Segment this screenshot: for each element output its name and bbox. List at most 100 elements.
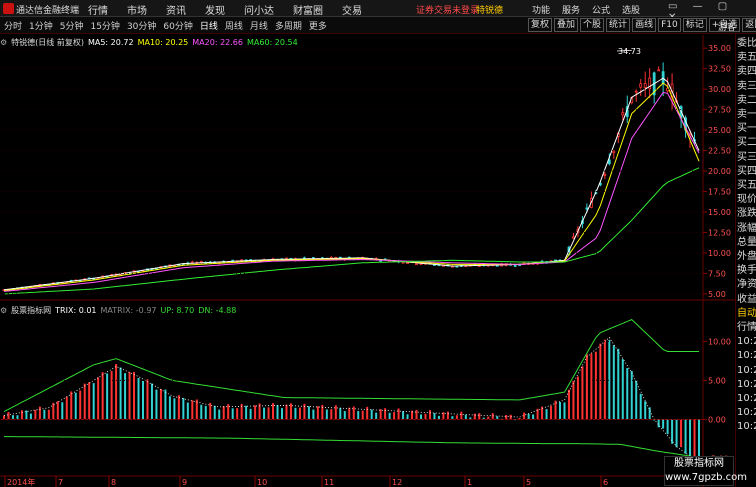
indicator-bar	[83, 383, 86, 420]
indicator-bar	[689, 419, 692, 459]
indicator-bar	[267, 407, 270, 420]
side-panel-label: 10:26	[737, 378, 756, 390]
time-tick-label: 11	[324, 478, 334, 487]
indicator-bar	[209, 402, 212, 420]
indicator-tick-label: 10.00	[708, 337, 731, 346]
indicator-bar	[272, 403, 275, 420]
side-panel-label: 10:26	[737, 421, 756, 433]
side-panel-label: 买二	[737, 137, 756, 149]
indicator-bar	[254, 405, 257, 420]
indicator-bar	[370, 409, 373, 420]
ma10-value: MA10: 20.25	[137, 37, 189, 47]
indicator-bar	[343, 411, 346, 420]
ma5-value: MA5: 20.72	[87, 37, 134, 47]
indicator-bar	[128, 372, 131, 420]
indicator-bar	[693, 419, 696, 458]
side-panel-label: 卖五	[737, 52, 756, 64]
indicator-bar	[281, 408, 283, 420]
indicator-bars	[3, 339, 700, 461]
indicator-bar	[70, 391, 73, 420]
side-panel-label: 净资	[737, 279, 756, 291]
ma60-value: MA60: 20.54	[246, 37, 298, 47]
indicator-bar	[559, 402, 561, 420]
side-panel-label: 卖四	[737, 66, 756, 78]
indicator-bar	[186, 402, 189, 420]
indicator-bar	[47, 409, 50, 420]
indicator-bar	[11, 415, 14, 420]
price-tick-label: 15.00	[708, 208, 731, 217]
indicator-bar	[88, 382, 91, 420]
indicator-bar	[155, 389, 158, 420]
price-tick-label: 25.00	[708, 126, 731, 135]
indicator-tick-label: 0.00	[708, 415, 726, 424]
indicator-bar	[168, 396, 171, 420]
indicator-bar	[460, 411, 463, 420]
candle-body	[419, 263, 423, 266]
side-panel-label: 换手	[737, 265, 756, 277]
indicator-bar	[550, 405, 553, 420]
candle-body	[603, 173, 607, 176]
time-tick-label: 10	[257, 478, 267, 487]
indicator-bar	[137, 378, 140, 420]
indicator-name[interactable]: 股票指标网	[11, 305, 51, 316]
indicator-bar	[698, 419, 700, 461]
price-tick-label: 12.50	[708, 228, 731, 237]
stock-chart[interactable]: 35.0032.5030.0027.5025.0022.5020.0017.50…	[0, 0, 735, 487]
indicator-bar	[680, 419, 683, 448]
indicator-bar	[142, 380, 144, 420]
candle-body	[406, 262, 409, 264]
indicator-bar	[289, 403, 292, 420]
indicator-bar	[635, 380, 638, 420]
indicator-bar	[684, 419, 687, 454]
side-panel-label: 行情	[737, 322, 756, 333]
time-tick-label: 8	[111, 478, 116, 487]
indicator-bar	[576, 376, 579, 420]
indicator-bar	[523, 412, 526, 420]
side-panel-label: 10:26	[737, 350, 756, 362]
indicator-bar	[464, 414, 467, 420]
time-tick-label: 9	[182, 478, 187, 487]
side-panel-label: 涨幅	[737, 222, 756, 234]
candle-body	[572, 236, 575, 239]
indicator-bar	[603, 339, 606, 420]
indicator-bar	[101, 372, 104, 420]
settings-icon[interactable]: ⚙	[0, 38, 7, 47]
side-panel-label: 自动	[737, 307, 756, 319]
indicator-bar	[245, 405, 248, 420]
price-tick-label: 5.00	[708, 290, 726, 299]
indicator-bar	[249, 408, 252, 420]
ma-line-ma60	[3, 167, 700, 295]
time-tick-label: 5	[526, 478, 531, 487]
up-value: UP: 8.70	[160, 305, 195, 315]
indicator-bar	[473, 413, 476, 420]
indicator-bar	[159, 389, 162, 420]
time-tick-label: 2014年	[7, 477, 35, 487]
indicator-bar	[455, 415, 458, 420]
indicator-bar	[164, 389, 167, 420]
indicator-bar	[554, 400, 557, 420]
quote-side-panel: 委比 卖五 卖四 卖三 卖二 卖一 买一 买二 买三 买四 买五 现价 涨跌 涨幅 总量 外盘 换手 净资 收益 自动…	[735, 34, 756, 487]
side-panel-label: 委比	[737, 38, 756, 49]
indicator-bar	[38, 406, 41, 420]
tool-button-8[interactable]: 返回	[742, 18, 756, 32]
indicator-bar	[200, 404, 203, 420]
indicator-bar	[599, 343, 602, 420]
indicator-bar	[397, 408, 400, 420]
indicator-bar	[527, 413, 530, 420]
indicator-bar	[263, 407, 266, 420]
side-panel-label: 10:26	[737, 364, 756, 376]
candle-body	[513, 265, 517, 267]
settings-icon[interactable]: ⚙	[0, 306, 7, 315]
candle-body	[401, 261, 405, 264]
indicator-bar	[357, 411, 360, 420]
indicator-bar	[590, 353, 593, 420]
indicator-bar	[227, 404, 230, 420]
indicator-bar	[316, 406, 319, 420]
indicator-bar	[16, 415, 19, 420]
candle-body	[621, 112, 625, 116]
side-panel-label: 买三	[737, 151, 756, 163]
peak-price-label: 34.73	[618, 47, 641, 56]
price-tick-label: 22.50	[708, 147, 731, 156]
time-tick-label: 12	[392, 478, 402, 487]
main-chart-header: ⚙ 特锐德(日线 前复权) MA5: 20.72 MA10: 20.25 MA2…	[0, 36, 302, 48]
